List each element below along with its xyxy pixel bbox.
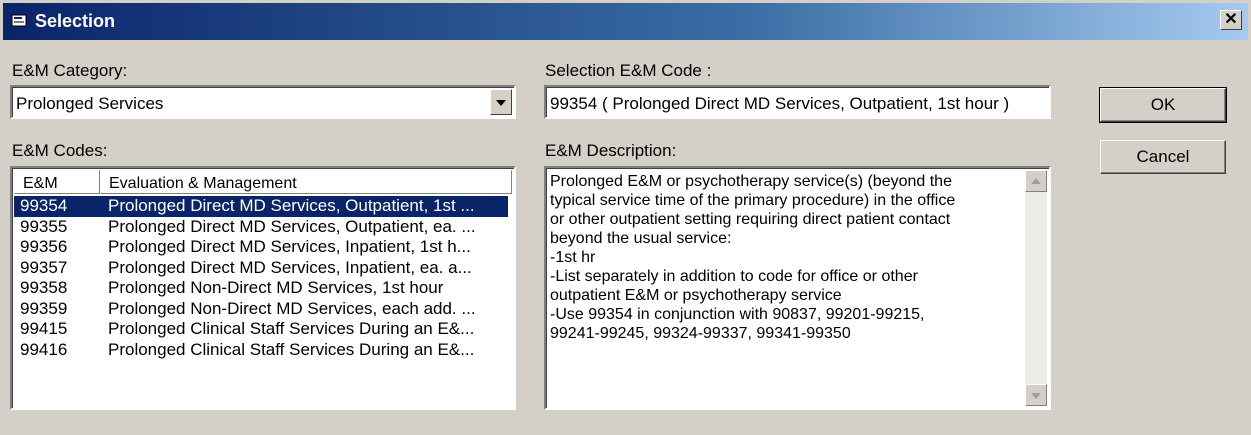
selection-dialog: Selection ✕ E&M Category: Prolonged Serv… bbox=[0, 0, 1251, 435]
description-cell: Prolonged Non-Direct MD Services, each a… bbox=[108, 298, 476, 318]
description-line: beyond the usual service: bbox=[550, 230, 732, 247]
app-icon bbox=[11, 14, 27, 27]
description-cell: Prolonged Direct MD Services, Inpatient,… bbox=[108, 237, 471, 256]
title-bar[interactable]: Selection ✕ bbox=[3, 3, 1248, 40]
table-row[interactable]: 99354 Prolonged Direct MD Services, Outpa… bbox=[14, 196, 508, 217]
table-row[interactable]: 99416 Prolonged Clinical Staff Services D… bbox=[14, 340, 508, 361]
scroll-up-icon[interactable] bbox=[1025, 170, 1047, 192]
code-cell: 99359 bbox=[20, 298, 68, 318]
code-cell: 99354 bbox=[20, 196, 68, 215]
selection-code-label: Selection E&M Code : bbox=[545, 61, 712, 80]
column-header-description[interactable]: Evaluation & Management bbox=[100, 170, 512, 194]
description-cell: Prolonged Clinical Staff Services During… bbox=[108, 319, 475, 338]
description-line: outpatient E&M or psychotherapy service bbox=[550, 287, 842, 304]
description-cell: Prolonged Direct MD Services, Outpatient… bbox=[108, 196, 475, 215]
description-cell: Prolonged Clinical Staff Services During… bbox=[108, 339, 475, 359]
column-header-code[interactable]: E&M bbox=[14, 170, 100, 194]
description-cell: Prolonged Direct MD Services, Outpatient… bbox=[108, 216, 476, 236]
scroll-down-icon[interactable] bbox=[1025, 384, 1047, 406]
table-row[interactable]: 99357 Prolonged Direct MD Services, Inpat… bbox=[14, 258, 508, 279]
selection-code-value: 99354 ( Prolonged Direct MD Services, Ou… bbox=[550, 94, 1010, 113]
category-value: Prolonged Services bbox=[16, 94, 164, 113]
category-label: E&M Category: bbox=[12, 61, 128, 80]
window-title: Selection bbox=[35, 11, 116, 31]
table-row[interactable]: 99359 Prolonged Non-Direct MD Services, e… bbox=[14, 299, 508, 320]
code-cell: 99355 bbox=[20, 216, 68, 236]
category-combo[interactable]: Prolonged Services bbox=[10, 85, 516, 119]
description-textbox[interactable]: Prolonged E&M or psychotherapy service(s… bbox=[544, 166, 1051, 410]
description-label: E&M Description: bbox=[545, 141, 677, 160]
code-cell: 99358 bbox=[20, 278, 68, 297]
table-row[interactable]: 99415 Prolonged Clinical Staff Services D… bbox=[14, 319, 508, 340]
close-button[interactable]: ✕ bbox=[1220, 10, 1242, 30]
description-line: Prolonged E&M or psychotherapy service(s… bbox=[550, 173, 952, 190]
description-cell: Prolonged Non-Direct MD Services, 1st ho… bbox=[108, 278, 444, 297]
selection-code-field[interactable]: 99354 ( Prolonged Direct MD Services, Ou… bbox=[544, 85, 1051, 119]
code-cell: 99416 bbox=[20, 339, 68, 359]
description-text: Prolonged E&M or psychotherapy service(s… bbox=[550, 172, 1018, 343]
ok-button[interactable]: OK bbox=[1099, 87, 1227, 123]
chevron-down-icon[interactable] bbox=[490, 89, 512, 115]
description-line: -Use 99354 in conjunction with 90837, 99… bbox=[550, 306, 925, 323]
codes-label: E&M Codes: bbox=[12, 141, 108, 160]
description-cell: Prolonged Direct MD Services, Inpatient,… bbox=[108, 257, 472, 277]
code-cell: 99356 bbox=[20, 237, 68, 256]
description-line: -1st hr bbox=[550, 249, 596, 266]
table-row[interactable]: 99358 Prolonged Non-Direct MD Services, 1… bbox=[14, 278, 508, 299]
description-scrollbar[interactable] bbox=[1025, 170, 1047, 406]
table-row[interactable]: 99356 Prolonged Direct MD Services, Inpat… bbox=[14, 237, 508, 258]
description-line: 99241-99245, 99324-99337, 99341-99350 bbox=[550, 325, 851, 342]
description-line: or other outpatient setting requiring di… bbox=[550, 211, 951, 228]
code-cell: 99357 bbox=[20, 257, 68, 277]
codes-listview[interactable]: E&M Evaluation & Management 99354 Prolong… bbox=[10, 166, 516, 410]
description-line: -List separately in addition to code for… bbox=[550, 268, 918, 285]
table-row[interactable]: 99355 Prolonged Direct MD Services, Outpa… bbox=[14, 217, 508, 238]
codes-list-body: 99354 Prolonged Direct MD Services, Outpa… bbox=[14, 196, 508, 360]
code-cell: 99415 bbox=[20, 319, 68, 338]
close-icon: ✕ bbox=[1224, 11, 1238, 28]
description-line: typical service time of the primary proc… bbox=[550, 192, 956, 209]
cancel-button[interactable]: Cancel bbox=[1100, 140, 1226, 174]
